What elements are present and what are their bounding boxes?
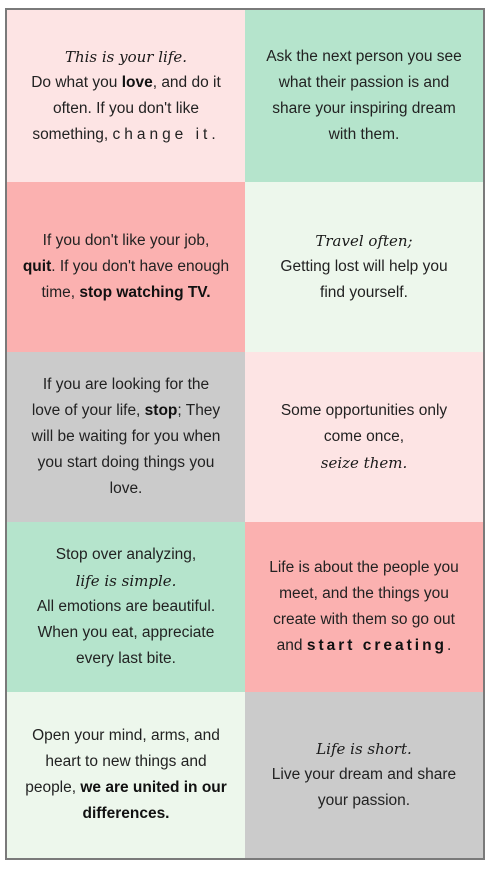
quote-line: If you are looking for the	[42, 376, 210, 393]
quote-line: Live your dream and share	[271, 766, 457, 783]
quote-emphasis: differences.	[82, 805, 170, 822]
quote-grid: This is your life. Do what you love, and…	[5, 8, 485, 860]
quote-line: your passion.	[317, 792, 411, 809]
quote-script-heading: Travel often;	[315, 232, 413, 250]
quote-line: people, we are united in our	[25, 775, 227, 801]
quote-line: differences.	[82, 801, 169, 827]
quote-line: every last bite.	[76, 650, 176, 667]
quote-text: people,	[25, 779, 81, 796]
quote-line: come once,	[323, 428, 405, 445]
quote-emphasis: start creating	[306, 637, 448, 654]
quote-line: something, change it.	[32, 122, 219, 148]
quote-line: time, stop watching TV.	[41, 280, 210, 306]
quote-script-heading: Life is short.	[316, 740, 412, 758]
quote-line: Do what you love, and do it	[31, 70, 221, 96]
quote-line: All emotions are beautiful.	[36, 598, 216, 615]
quote-card-seize-opportunities: Some opportunities only come once, seize…	[245, 352, 483, 522]
quote-card-ask-next-person: Ask the next person you see what their p…	[245, 10, 483, 182]
quote-text: Do what you	[31, 74, 122, 91]
quote-text: something,	[32, 126, 113, 143]
quote-line: Getting lost will help you	[280, 258, 448, 275]
quote-line: Open your mind, arms, and	[32, 727, 220, 744]
quote-card-love-of-your-life: If you are looking for the love of your …	[7, 352, 245, 522]
quote-text: , and do it	[152, 74, 221, 91]
quote-card-this-is-your-life: This is your life. Do what you love, and…	[7, 10, 245, 182]
quote-emphasis: we are united in our	[80, 779, 227, 796]
quote-line: meet, and the things you	[279, 585, 449, 602]
quote-script-heading: life is simple.	[75, 572, 177, 590]
quote-text: . If you don't have enough	[51, 258, 230, 275]
quote-text: ; They	[177, 402, 221, 419]
quote-line: When you eat, appreciate	[37, 624, 215, 641]
quote-line: heart to new things and	[45, 753, 207, 770]
quote-card-life-is-short: Life is short. Live your dream and share…	[245, 692, 483, 858]
quote-line: will be waiting for you when	[31, 428, 221, 445]
quote-line: you start doing things you	[37, 454, 215, 471]
quote-text: and	[276, 637, 307, 654]
quote-line: find yourself.	[320, 284, 408, 301]
quote-line: If you don't like your job,	[42, 232, 210, 249]
quote-line: share your inspiring dream	[272, 100, 456, 117]
quote-line: Ask the next person you see	[266, 48, 462, 65]
quote-line: with them.	[328, 126, 400, 143]
quote-card-start-creating: Life is about the people you meet, and t…	[245, 522, 483, 692]
quote-emphasis: stop	[144, 402, 178, 419]
quote-line: create with them so go out	[273, 611, 455, 628]
quote-card-travel-often: Travel often; Getting lost will help you…	[245, 182, 483, 352]
quote-text: love of your life,	[31, 402, 145, 419]
quote-line: quit. If you don't have enough	[23, 254, 229, 280]
quote-text: .	[447, 637, 452, 654]
quote-script-heading: This is your life.	[64, 48, 188, 66]
quote-line: Life is about the people you	[269, 559, 459, 576]
quote-line: love of your life, stop; They	[32, 398, 220, 424]
quote-emphasis: quit	[22, 258, 52, 275]
quote-line: often. If you don't like	[53, 100, 199, 117]
quote-text: time,	[41, 284, 80, 301]
quote-card-quit-job: If you don't like your job, quit. If you…	[7, 182, 245, 352]
quote-card-life-is-simple: Stop over analyzing, life is simple. All…	[7, 522, 245, 692]
quote-line: Stop over analyzing,	[55, 546, 197, 563]
quote-line: and start creating.	[277, 633, 452, 659]
quote-line: what their passion is and	[278, 74, 450, 91]
quote-emphasis: stop watching TV.	[79, 284, 211, 301]
quote-emphasis: love	[121, 74, 153, 91]
quote-script-heading: seize them.	[320, 454, 408, 472]
quote-card-open-your-mind: Open your mind, arms, and heart to new t…	[7, 692, 245, 858]
quote-line: love.	[109, 480, 143, 497]
quote-spaced-text: change it.	[112, 126, 220, 143]
quote-line: Some opportunities only	[280, 402, 448, 419]
